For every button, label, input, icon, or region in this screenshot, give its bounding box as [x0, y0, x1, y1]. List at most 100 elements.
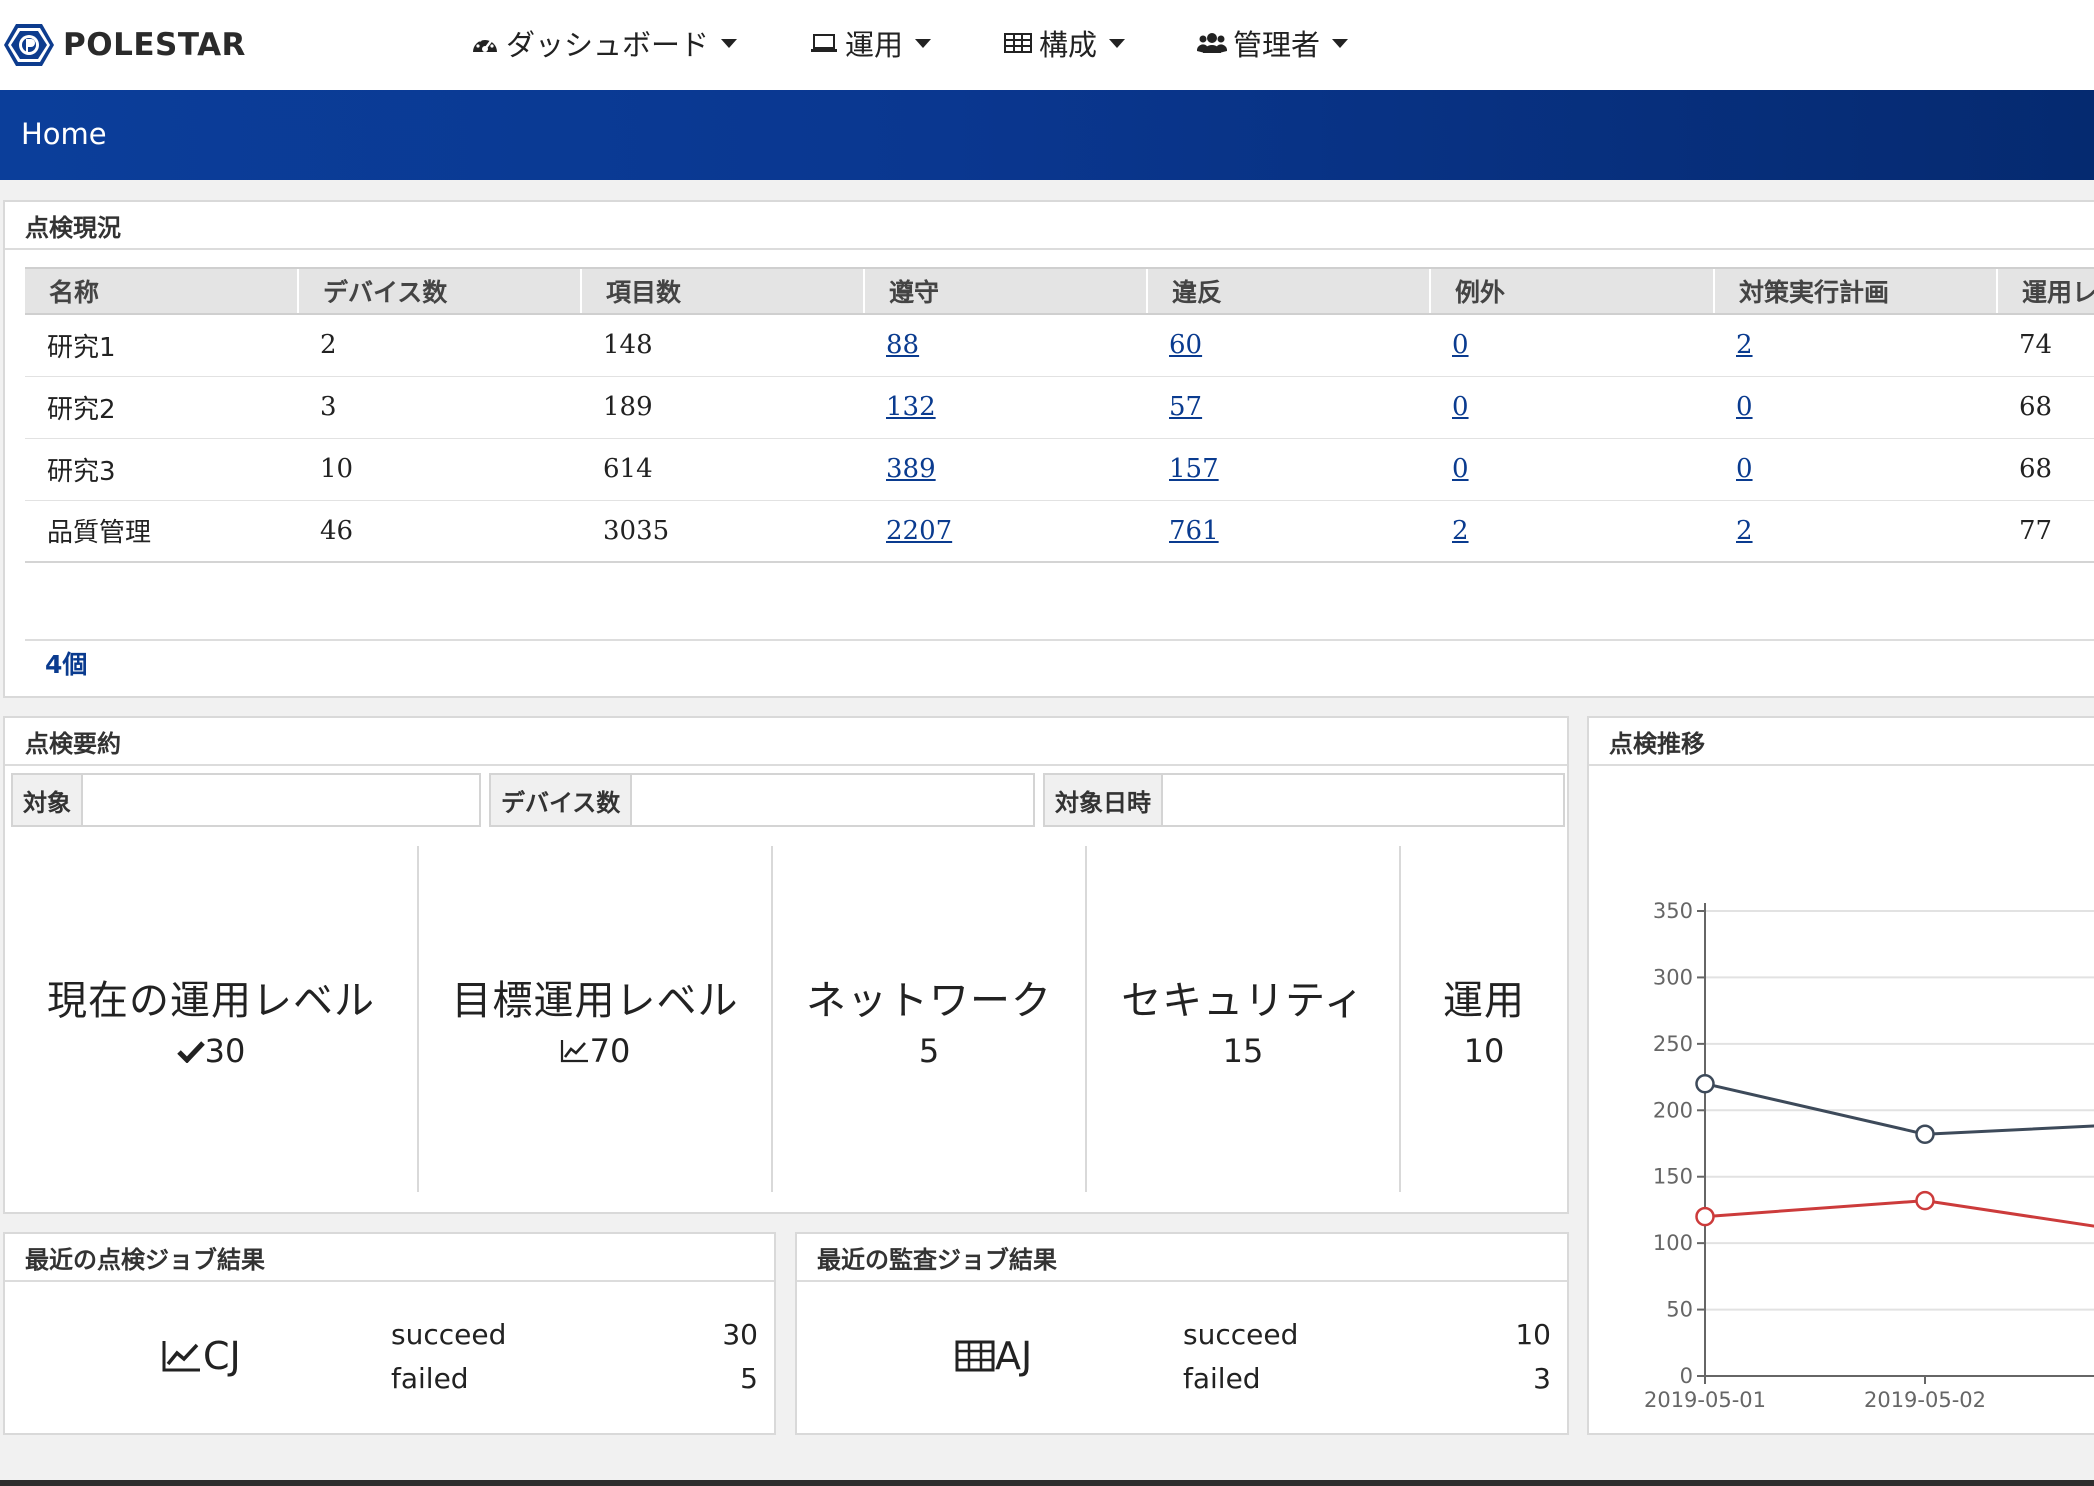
data-point: [1915, 1124, 1935, 1144]
plan-cell: 2: [1714, 314, 1997, 377]
y-tick-label: 50: [1666, 1298, 1693, 1322]
y-tick-label: 300: [1653, 965, 1693, 989]
succeed-label: succeed: [1183, 1318, 1299, 1351]
column-header[interactable]: デバイス数: [297, 267, 581, 315]
inspection-trend-chart: 0 50 100 150 200 250 300 350 2019-05-01 2019-05-0…: [1644, 899, 2094, 1412]
nav-configuration[interactable]: 構成: [1003, 22, 1126, 64]
exception-link[interactable]: 2: [1452, 516, 1469, 546]
exception-cell: 0: [1430, 376, 1714, 439]
chevron-down-icon: [1109, 38, 1126, 48]
violate-cell: 761: [1147, 500, 1430, 563]
y-tick-label: 200: [1653, 1098, 1693, 1122]
operation-level: 74: [1997, 314, 2094, 377]
comply-link[interactable]: 389: [886, 454, 936, 484]
exception-cell: 0: [1430, 314, 1714, 377]
nav-configuration-label: 構成: [1039, 28, 1098, 62]
target-date-filter: 対象日時: [1043, 773, 1565, 827]
divider: [25, 639, 2094, 641]
taskbar-strip: [0, 1480, 2094, 1486]
panel-title: 点検要約: [5, 718, 1567, 766]
nav-admin[interactable]: 管理者: [1197, 22, 1349, 64]
metric-label: ネットワーク: [806, 978, 1052, 1024]
metric-label: 現在の運用レベル: [47, 978, 375, 1024]
top-navbar: POLESTAR ダッシュボード 運用 構成 管理者: [0, 0, 2094, 90]
brand-name: POLESTAR: [63, 27, 246, 63]
x-tick-label: 2019-05-01: [1644, 1388, 1766, 1412]
brand[interactable]: POLESTAR: [3, 22, 246, 68]
plan-link[interactable]: 0: [1736, 392, 1753, 422]
metric-number: 10: [1463, 1032, 1505, 1070]
panel-title: 最近の監査ジョブ結果: [797, 1234, 1567, 1282]
failed-label: failed: [1183, 1362, 1261, 1395]
plan-cell: 2: [1714, 500, 1997, 563]
current-level-metric: 現在の運用レベル 30: [5, 846, 419, 1192]
y-tick-label: 350: [1653, 899, 1693, 923]
metric-label: 目標運用レベル: [451, 978, 739, 1024]
violate-cell: 157: [1147, 438, 1430, 501]
data-point: [1915, 1190, 1935, 1211]
table-row: 品質管理 46 3035 2207 761 2 2 77: [25, 500, 2094, 563]
plan-link[interactable]: 0: [1736, 454, 1753, 484]
panel-title: 点検現況: [5, 202, 2094, 250]
table-icon: [955, 1340, 995, 1372]
device-count: 2: [298, 314, 581, 377]
main-menu: ダッシュボード 運用 構成 管理者: [470, 22, 1420, 64]
metric-number: 30: [204, 1032, 246, 1070]
column-header[interactable]: 違反: [1146, 267, 1430, 315]
metric-label: セキュリティ: [1121, 978, 1365, 1024]
violate-link[interactable]: 157: [1169, 454, 1219, 484]
device-count-input[interactable]: [632, 775, 1023, 825]
nav-operation[interactable]: 運用: [809, 22, 932, 64]
inspection-status-panel: 点検現況 名称 デバイス数 項目数 遵守 違反 例外 対策実行計画 運用レ 研究…: [3, 200, 2094, 698]
exception-link[interactable]: 0: [1452, 392, 1469, 422]
item-count: 148: [581, 314, 864, 377]
operation-level: 68: [1997, 376, 2094, 439]
exception-link[interactable]: 0: [1452, 330, 1469, 360]
column-header[interactable]: 運用レ: [1996, 267, 2094, 315]
nav-operation-label: 運用: [845, 28, 904, 62]
plan-link[interactable]: 2: [1736, 330, 1753, 360]
column-header[interactable]: 名称: [25, 267, 298, 315]
exception-link[interactable]: 0: [1452, 454, 1469, 484]
column-header[interactable]: 例外: [1429, 267, 1714, 315]
filter-label: 対象: [13, 775, 83, 825]
dashboard-icon: [470, 30, 500, 56]
target-date-input[interactable]: [1163, 775, 1553, 825]
column-header[interactable]: 項目数: [580, 267, 864, 315]
nav-dashboard[interactable]: ダッシュボード: [470, 22, 738, 64]
metric-number: 15: [1222, 1032, 1264, 1070]
recent-audit-jobs-panel: 最近の監査ジョブ結果 AJ succeed 10 failed 3: [795, 1232, 1569, 1435]
comply-link[interactable]: 88: [886, 330, 919, 360]
laptop-icon: [809, 31, 839, 55]
violate-link[interactable]: 57: [1169, 392, 1202, 422]
job-summary: CJ succeed 30 failed 5: [5, 1282, 774, 1432]
x-tick-label: 2019-05-02: [1864, 1388, 1986, 1412]
comply-link[interactable]: 132: [886, 392, 936, 422]
comply-link[interactable]: 2207: [886, 516, 952, 546]
security-metric: セキュリティ 15: [1087, 846, 1401, 1192]
device-count-filter: デバイス数: [489, 773, 1035, 827]
target-input[interactable]: [83, 775, 473, 825]
line-chart-icon: [162, 1341, 200, 1372]
job-type-label: CJ: [203, 1334, 241, 1378]
users-icon: [1197, 31, 1228, 55]
succeed-count: 10: [1515, 1318, 1551, 1351]
plan-link[interactable]: 2: [1736, 516, 1753, 546]
job-type-label: AJ: [995, 1334, 1033, 1378]
violate-link[interactable]: 761: [1169, 516, 1219, 546]
violate-link[interactable]: 60: [1169, 330, 1202, 360]
column-header[interactable]: 遵守: [863, 267, 1147, 315]
operation-level: 77: [1997, 500, 2094, 563]
y-tick-label: 100: [1653, 1231, 1693, 1255]
column-header[interactable]: 対策実行計画: [1713, 267, 1997, 315]
item-count: 3035: [581, 500, 864, 563]
metric-number: 5: [918, 1032, 940, 1070]
panel-title: 最近の点検ジョブ結果: [5, 1234, 774, 1282]
item-count: 614: [581, 438, 864, 501]
failed-label: failed: [391, 1362, 469, 1395]
device-count: 3: [298, 376, 581, 439]
succeed-label: succeed: [391, 1318, 507, 1351]
metric-label: 運用: [1443, 978, 1525, 1024]
target-filter: 対象: [11, 773, 481, 827]
failed-count: 5: [740, 1362, 758, 1395]
